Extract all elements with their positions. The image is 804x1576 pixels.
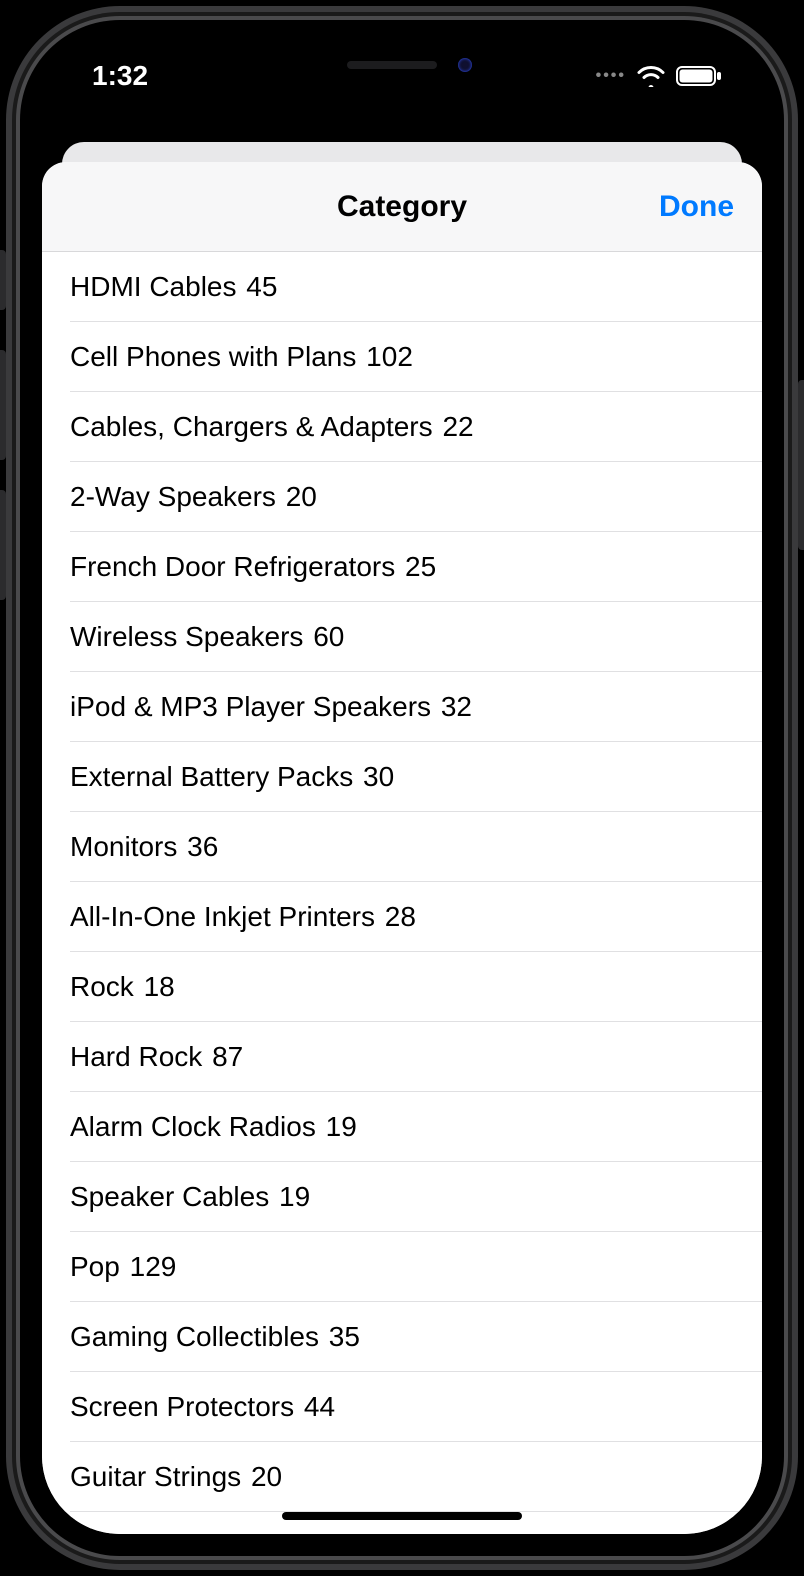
category-name: Monitors [70, 831, 177, 863]
category-count: 20 [251, 1461, 282, 1493]
modal-sheet: Category Done HDMI Cables 45 Cell Phones w… [42, 162, 762, 1534]
category-count: 18 [144, 971, 175, 1003]
navigation-bar: Category Done [42, 162, 762, 252]
mute-switch[interactable] [0, 250, 6, 310]
category-name: Screen Protectors [70, 1391, 294, 1423]
category-count: 102 [366, 341, 413, 373]
done-button[interactable]: Done [659, 190, 734, 224]
list-item[interactable]: Wireless Speakers 60 [70, 602, 762, 672]
category-count: 36 [187, 831, 218, 863]
list-item[interactable]: All-In-One Inkjet Printers 28 [70, 882, 762, 952]
category-name: HDMI Cables [70, 271, 236, 303]
category-count: 45 [246, 271, 277, 303]
category-count: 20 [286, 481, 317, 513]
category-count: 19 [326, 1111, 357, 1143]
list-item[interactable]: Gaming Collectibles 35 [70, 1302, 762, 1372]
category-name: 2-Way Speakers [70, 481, 276, 513]
wifi-icon [636, 65, 666, 87]
category-count: 87 [212, 1041, 243, 1073]
category-name: Hard Rock [70, 1041, 202, 1073]
category-name: Cables, Chargers & Adapters [70, 411, 433, 443]
list-item[interactable]: Alarm Clock Radios 19 [70, 1092, 762, 1162]
category-count: 129 [130, 1251, 177, 1283]
category-list[interactable]: HDMI Cables 45 Cell Phones with Plans 102 Ca… [42, 252, 762, 1534]
category-count: 30 [363, 761, 394, 793]
category-count: 44 [304, 1391, 335, 1423]
category-name: All-In-One Inkjet Printers [70, 901, 375, 933]
cellular-dots-icon: •••• [596, 67, 626, 85]
list-item[interactable]: External Battery Packs 30 [70, 742, 762, 812]
category-count: 19 [279, 1181, 310, 1213]
category-count: 22 [442, 411, 473, 443]
category-name: External Battery Packs [70, 761, 353, 793]
list-item[interactable]: Cell Phones with Plans 102 [70, 322, 762, 392]
volume-down-button[interactable] [0, 490, 6, 600]
category-count: 28 [385, 901, 416, 933]
earpiece-speaker [347, 61, 437, 69]
home-indicator[interactable] [282, 1512, 522, 1520]
battery-icon [676, 65, 722, 87]
list-item[interactable]: 2-Way Speakers 20 [70, 462, 762, 532]
category-name: Cell Phones with Plans [70, 341, 356, 373]
device-frame: 1:32 •••• [20, 20, 784, 1556]
category-name: Speaker Cables [70, 1181, 269, 1213]
side-button[interactable] [798, 380, 804, 550]
list-item[interactable]: Screen Protectors 44 [70, 1372, 762, 1442]
list-item[interactable]: Hard Rock 87 [70, 1022, 762, 1092]
category-count: 35 [329, 1321, 360, 1353]
category-name: Guitar Strings [70, 1461, 241, 1493]
category-name: iPod & MP3 Player Speakers [70, 691, 431, 723]
list-item[interactable]: Cables, Chargers & Adapters 22 [70, 392, 762, 462]
list-item[interactable]: iPod & MP3 Player Speakers 32 [70, 672, 762, 742]
category-name: Alarm Clock Radios [70, 1111, 316, 1143]
category-name: Wireless Speakers [70, 621, 303, 653]
list-item[interactable]: Pop 129 [70, 1232, 762, 1302]
category-count: 60 [313, 621, 344, 653]
list-item[interactable]: French Door Refrigerators 25 [70, 532, 762, 602]
category-name: Rock [70, 971, 134, 1003]
notch [252, 42, 552, 88]
list-item[interactable]: Guitar Strings 20 [70, 1442, 762, 1512]
category-count: 25 [405, 551, 436, 583]
list-item[interactable]: HDMI Cables 45 [70, 252, 762, 322]
screen: 1:32 •••• [42, 42, 762, 1534]
category-name: Gaming Collectibles [70, 1321, 319, 1353]
page-title: Category [337, 190, 467, 224]
list-item[interactable]: Monitors 36 [70, 812, 762, 882]
front-camera [458, 58, 472, 72]
category-name: Pop [70, 1251, 120, 1283]
volume-up-button[interactable] [0, 350, 6, 460]
list-item[interactable]: Rock 18 [70, 952, 762, 1022]
category-name: French Door Refrigerators [70, 551, 395, 583]
category-count: 32 [441, 691, 472, 723]
list-item[interactable]: Speaker Cables 19 [70, 1162, 762, 1232]
status-time: 1:32 [92, 60, 148, 92]
